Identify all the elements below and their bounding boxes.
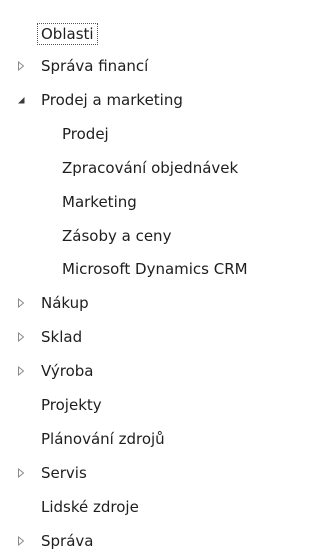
expand-arrow-icon[interactable] bbox=[14, 358, 28, 384]
tree-item-label[interactable]: Plánování zdrojů bbox=[41, 426, 165, 452]
tree-item-label[interactable]: Microsoft Dynamics CRM bbox=[62, 256, 248, 282]
expand-arrow-icon[interactable] bbox=[14, 53, 28, 79]
expand-arrow-icon[interactable] bbox=[14, 290, 28, 316]
tree-root-label[interactable]: Oblasti bbox=[37, 23, 98, 45]
tree-item-label[interactable]: Sklad bbox=[41, 324, 82, 350]
tree-item-label[interactable]: Marketing bbox=[62, 189, 137, 215]
tree-item-label[interactable]: Správa bbox=[41, 528, 93, 554]
collapse-arrow-icon[interactable] bbox=[14, 87, 28, 113]
tree-item-label[interactable]: Nákup bbox=[41, 290, 89, 316]
tree-item-label[interactable]: Projekty bbox=[41, 392, 102, 418]
tree-item-label[interactable]: Zásoby a ceny bbox=[62, 223, 171, 249]
tree-item-label[interactable]: Zpracování objednávek bbox=[62, 155, 238, 181]
areas-tree[interactable]: Oblasti Správa financí Prodej a marketing… bbox=[0, 0, 331, 556]
expand-arrow-icon[interactable] bbox=[14, 460, 28, 486]
expand-arrow-icon[interactable] bbox=[14, 324, 28, 350]
tree-item-label[interactable]: Lidské zdroje bbox=[41, 494, 139, 520]
expand-arrow-icon[interactable] bbox=[14, 528, 28, 554]
tree-item-label[interactable]: Prodej bbox=[62, 121, 109, 147]
tree-item-label[interactable]: Servis bbox=[41, 460, 87, 486]
tree-item-label[interactable]: Správa financí bbox=[41, 53, 148, 79]
tree-item-label[interactable]: Výroba bbox=[41, 358, 93, 384]
tree-item-label[interactable]: Prodej a marketing bbox=[41, 87, 183, 113]
